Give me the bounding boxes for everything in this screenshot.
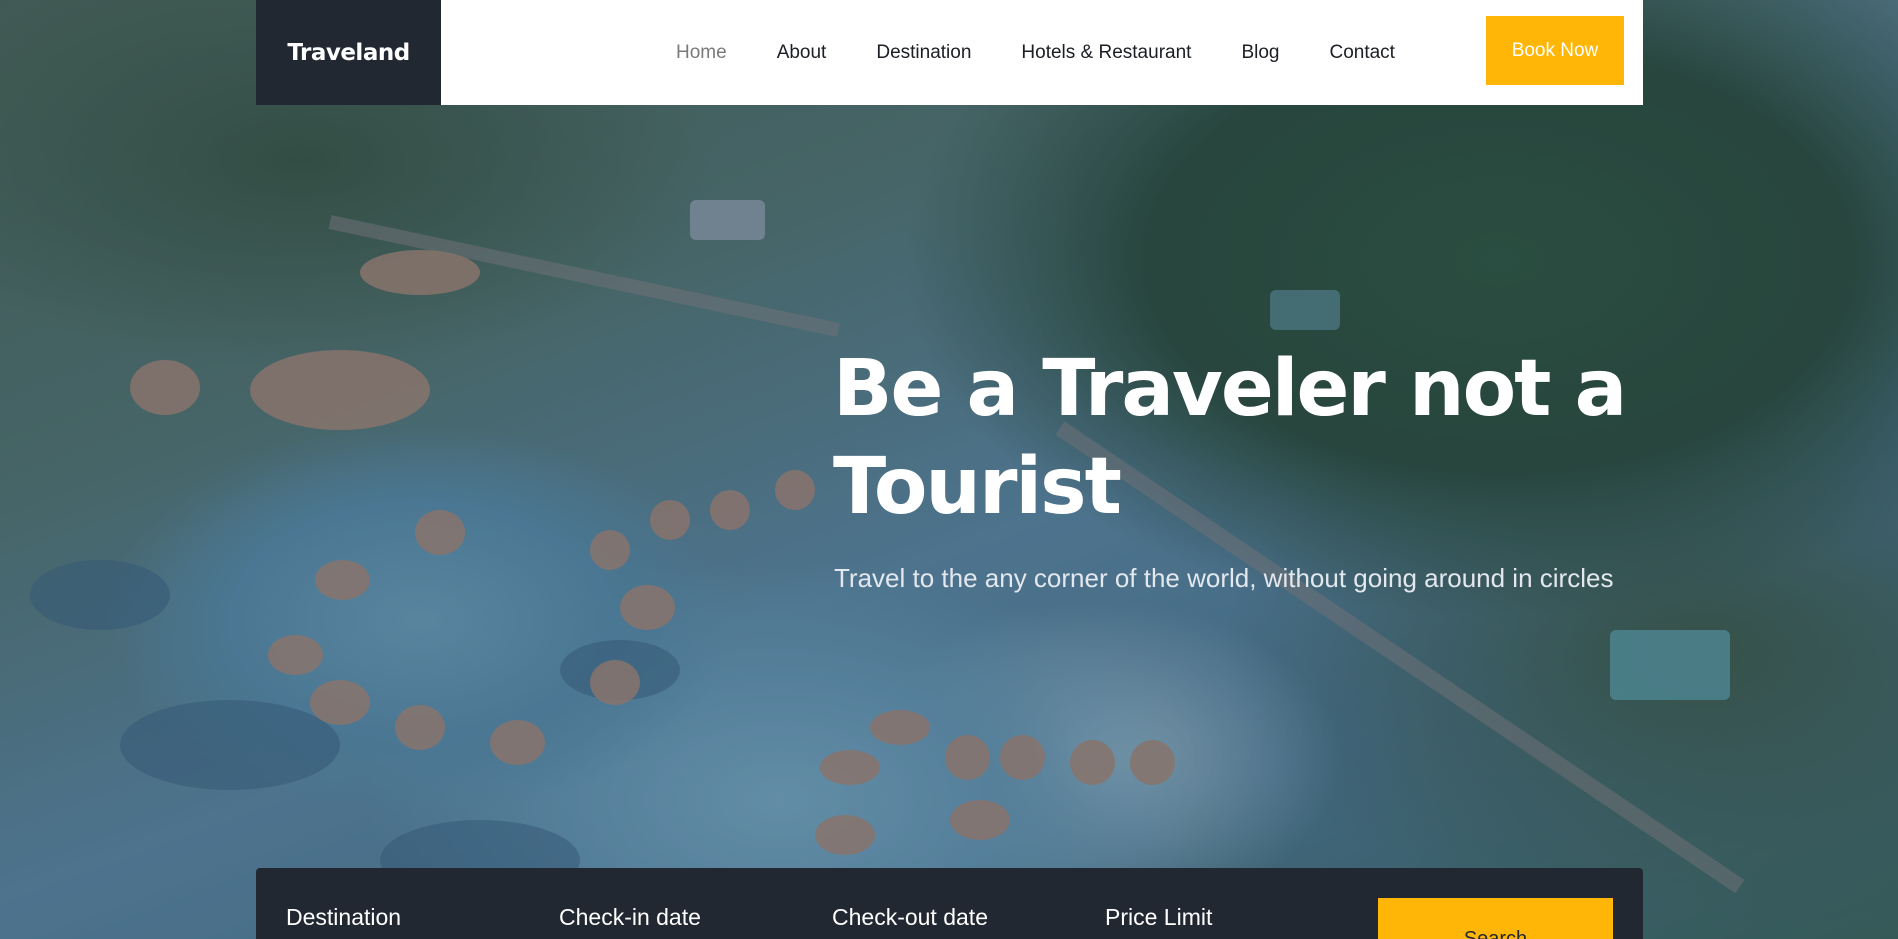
book-now-button[interactable]: Book Now (1486, 16, 1624, 85)
hero-title: Be a Traveler not a Tourist (833, 344, 1627, 532)
nav-item-home[interactable]: Home (676, 42, 727, 64)
nav-item-blog[interactable]: Blog (1241, 42, 1279, 64)
nav-item-contact[interactable]: Contact (1329, 42, 1394, 64)
logo-text: Traveland (287, 39, 410, 66)
check-out-date-field[interactable]: Check-out date (832, 906, 988, 929)
nav-item-about[interactable]: About (777, 42, 827, 64)
hero-subtitle: Travel to the any corner of the world, w… (834, 563, 1614, 593)
check-in-date-field[interactable]: Check-in date (559, 906, 701, 929)
search-button[interactable]: Search (1378, 898, 1613, 939)
destination-field[interactable]: Destination (286, 906, 401, 929)
search-bar: Destination Check-in date Check-out date… (256, 868, 1643, 939)
logo[interactable]: Traveland (256, 0, 441, 105)
main-nav: Home About Destination Hotels & Restaura… (676, 0, 1445, 105)
nav-item-hotels-restaurant[interactable]: Hotels & Restaurant (1021, 42, 1191, 64)
nav-item-destination[interactable]: Destination (876, 42, 971, 64)
price-limit-field[interactable]: Price Limit (1105, 906, 1212, 929)
site-header: Traveland Home About Destination Hotels … (256, 0, 1643, 105)
